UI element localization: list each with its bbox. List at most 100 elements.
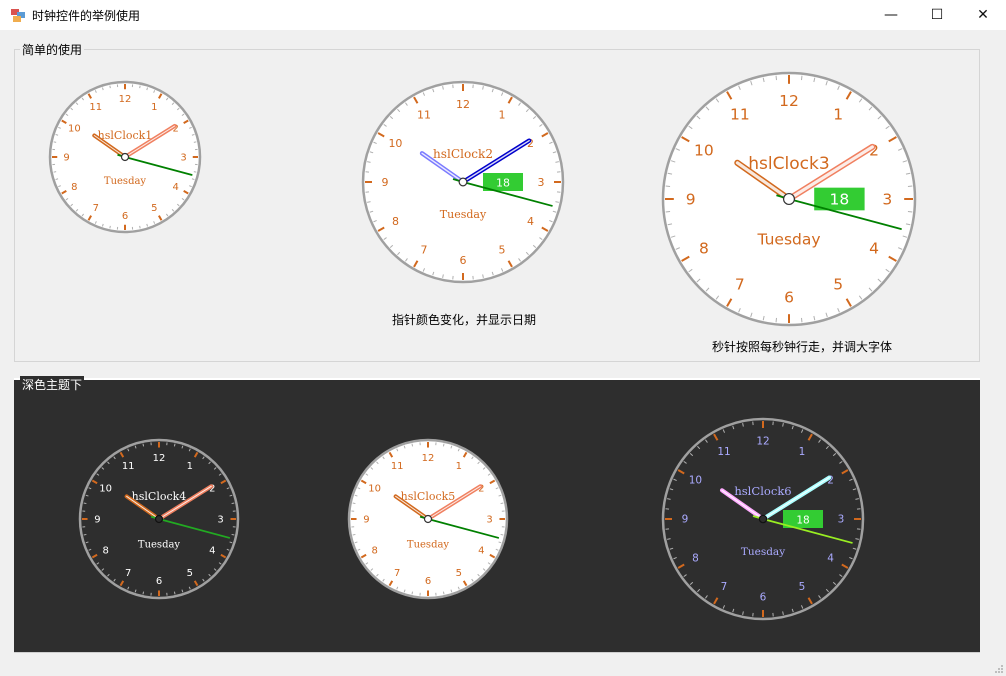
- clock-tick: [173, 443, 176, 447]
- clock-tick: [442, 443, 445, 447]
- clock2-caption: 指针颜色变化，并显示日期: [392, 313, 537, 327]
- clock-center-pin: [458, 177, 468, 187]
- clock-number: 10: [368, 484, 381, 495]
- clock-number: 7: [93, 203, 99, 214]
- clock-tick: [367, 201, 371, 203]
- clock-5: 121234567891011hslClock5Tuesday: [347, 438, 509, 600]
- clock-number: 7: [735, 276, 745, 294]
- clock-number: 12: [756, 436, 769, 448]
- simple-usage-group-title: 简单的使用: [20, 41, 85, 58]
- clock-number: 9: [382, 176, 389, 189]
- clock-4: 121234567891011hslClock4Tuesday: [78, 438, 240, 600]
- clock-tick: [411, 443, 414, 447]
- clock-number: 11: [730, 105, 750, 123]
- clock-number: 7: [721, 581, 728, 593]
- clock-tick: [367, 161, 371, 163]
- clock-number: 1: [456, 461, 462, 472]
- clock-number: 9: [682, 514, 689, 526]
- clock-number: 7: [421, 243, 428, 256]
- clock-number: 4: [172, 182, 178, 193]
- clock-tick: [442, 274, 444, 278]
- clock-number: 9: [363, 515, 369, 526]
- clock-tick: [500, 533, 504, 536]
- clock-number: 10: [689, 475, 702, 487]
- clock-number: 4: [527, 215, 534, 228]
- clock-number: 3: [838, 514, 845, 526]
- clock-number: 8: [699, 240, 709, 258]
- clock-tick: [782, 611, 784, 615]
- clock-number: 7: [125, 568, 131, 579]
- clock-tick: [667, 498, 671, 500]
- clock-number: 5: [799, 581, 806, 593]
- clock-number: 3: [180, 153, 186, 164]
- clock-name-label: hslClock4: [132, 490, 187, 503]
- clock-number: 8: [371, 545, 377, 556]
- clock-number: 6: [760, 592, 767, 604]
- clock-weekday: Tuesday: [756, 230, 820, 248]
- close-button[interactable]: ✕: [960, 0, 1006, 30]
- clock-tick: [482, 274, 484, 278]
- clock-number: 8: [102, 545, 108, 556]
- clock-tick: [53, 171, 57, 173]
- clock-number: 1: [187, 461, 193, 472]
- clock-number: 4: [869, 240, 879, 258]
- clock-number: 12: [456, 98, 470, 111]
- clock-name-label: hslClock5: [401, 490, 456, 503]
- clock-date: 18: [796, 515, 809, 527]
- clock-number: 3: [882, 190, 892, 208]
- clock-number: 6: [156, 576, 162, 587]
- clock-tick: [442, 591, 445, 595]
- clock-number: 10: [99, 484, 112, 495]
- clock-date: 18: [830, 191, 850, 209]
- clock-tick: [742, 423, 744, 427]
- clock-number: 9: [63, 153, 69, 164]
- clock-number: 5: [151, 203, 157, 214]
- clock-number: 9: [94, 515, 100, 526]
- clock-tick: [139, 85, 141, 89]
- clock-number: 6: [425, 576, 431, 587]
- clock-number: 3: [217, 515, 223, 526]
- clock-number: 6: [122, 211, 128, 222]
- clock-number: 5: [833, 276, 843, 294]
- clock-2: 121234567891011hslClock2Tuesday18: [361, 80, 565, 284]
- clock-1: 121234567891011hslClock1Tuesday: [48, 80, 202, 234]
- clock-number: 12: [779, 92, 799, 110]
- clock-tick: [500, 502, 504, 505]
- clock-tick: [193, 171, 197, 173]
- clock3-caption: 秒针按照每秒钟行走，并调大字体: [712, 340, 893, 354]
- clock-tick: [667, 538, 671, 540]
- clock-name-label: hslClock2: [433, 147, 493, 161]
- clock-number: 10: [68, 123, 81, 134]
- clock-number: 10: [694, 141, 714, 159]
- clock-center-pin: [120, 152, 130, 162]
- clock-number: 1: [833, 105, 843, 123]
- clock-tick: [411, 591, 414, 595]
- clock-number: 11: [717, 446, 730, 458]
- clock-tick: [109, 225, 111, 229]
- clock-tick: [742, 611, 744, 615]
- clock-number: 11: [122, 461, 135, 472]
- clock-tick: [142, 443, 145, 447]
- clock-number: 1: [499, 108, 506, 121]
- clock-number: 12: [153, 453, 166, 464]
- clock-number: 12: [422, 453, 435, 464]
- clock-6: 121234567891011hslClock6Tuesday18: [661, 417, 865, 621]
- clock-number: 4: [827, 553, 834, 565]
- clock-3: 121234567891011hslClock3Tuesday18: [661, 71, 917, 327]
- clock-number: 11: [417, 108, 431, 121]
- clock-tick: [482, 86, 484, 90]
- clock-number: 10: [388, 137, 402, 150]
- clock-number: 3: [538, 176, 545, 189]
- resize-grip-icon[interactable]: [994, 664, 1004, 674]
- dark-theme-group-title: 深色主题下: [20, 376, 85, 393]
- clock-number: 9: [686, 190, 696, 208]
- clock-tick: [442, 86, 444, 90]
- clock-number: 6: [784, 289, 794, 307]
- clock-number: 5: [499, 243, 506, 256]
- clock-center-pin: [154, 514, 164, 524]
- clock-tick: [231, 533, 235, 536]
- clock-number: 6: [460, 254, 467, 267]
- minimize-button[interactable]: —: [868, 0, 914, 30]
- clock-number: 5: [187, 568, 193, 579]
- maximize-button[interactable]: ☐: [914, 0, 960, 30]
